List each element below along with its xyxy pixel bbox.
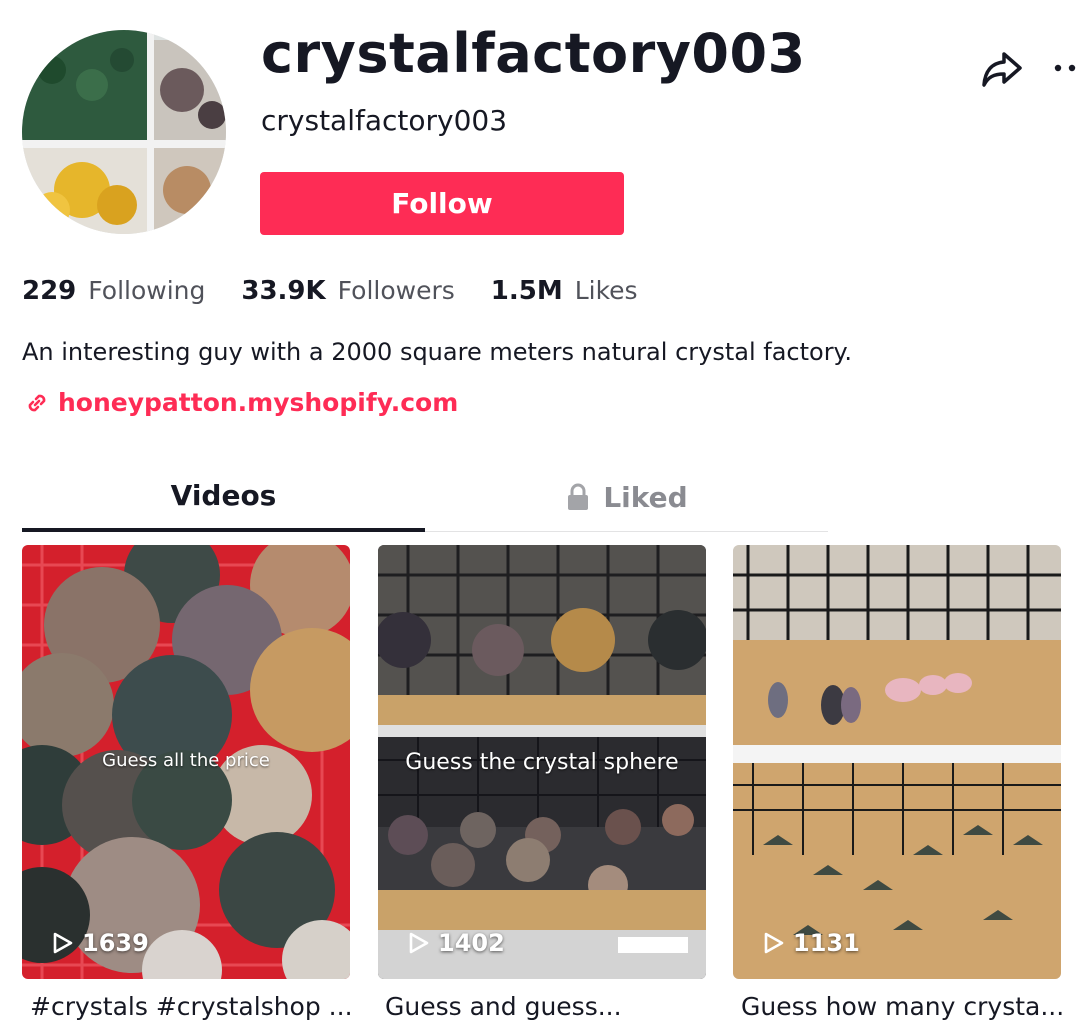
- more-icon[interactable]: [1050, 56, 1080, 80]
- video-card[interactable]: Guess all the price 1639: [22, 545, 350, 979]
- bio: An interesting guy with a 2000 square me…: [22, 338, 852, 366]
- video-card[interactable]: Guess the crystal sphere 1402: [378, 545, 706, 979]
- stat-likes-value: 1.5M: [490, 276, 563, 306]
- video-card[interactable]: 1131: [733, 545, 1061, 979]
- play-icon: [764, 932, 784, 954]
- nickname: crystalfactory003: [261, 104, 508, 137]
- video-caption[interactable]: Guess and guess...: [385, 992, 715, 1021]
- stat-following-label: Following: [88, 276, 206, 305]
- stat-following[interactable]: 229 Following: [22, 276, 205, 306]
- play-count-value: 1131: [793, 929, 860, 957]
- play-count: 1402: [408, 929, 505, 957]
- tab-liked-label: Liked: [603, 480, 688, 514]
- lock-icon: [568, 483, 589, 510]
- stat-followers-label: Followers: [337, 276, 455, 305]
- tab-videos[interactable]: Videos: [22, 462, 425, 532]
- video-overlay-text: Guess all the price: [102, 750, 270, 771]
- stat-following-value: 229: [22, 276, 77, 306]
- avatar[interactable]: [22, 30, 226, 234]
- play-count: 1639: [52, 929, 149, 957]
- link-icon: [28, 394, 46, 411]
- video-caption[interactable]: #crystals #crystalshop ...: [30, 992, 360, 1021]
- stat-followers[interactable]: 33.9K Followers: [241, 276, 454, 306]
- follow-button[interactable]: Follow: [260, 172, 624, 235]
- video-overlay-text: Guess the crystal sphere: [405, 750, 679, 775]
- play-icon: [409, 932, 429, 954]
- share-icon[interactable]: [980, 50, 1024, 90]
- stat-likes: 1.5M Likes: [491, 276, 638, 306]
- video-thumbnail: [733, 545, 1061, 979]
- username: crystalfactory003: [261, 22, 806, 85]
- profile-tabs: Videos Liked: [22, 462, 828, 532]
- stat-likes-label: Likes: [574, 276, 638, 305]
- play-count: 1131: [763, 929, 860, 957]
- play-icon: [53, 932, 73, 954]
- stat-followers-value: 33.9K: [241, 276, 326, 306]
- profile-stats: 229 Following 33.9K Followers 1.5M Likes: [22, 276, 674, 306]
- play-count-value: 1639: [82, 929, 149, 957]
- tab-videos-label: Videos: [170, 478, 277, 512]
- profile-link-text: honeypatton.myshopify.com: [58, 388, 459, 417]
- profile-link[interactable]: honeypatton.myshopify.com: [24, 388, 458, 417]
- video-caption[interactable]: Guess how many crysta...: [741, 992, 1071, 1021]
- tab-liked[interactable]: Liked: [425, 462, 828, 532]
- play-count-value: 1402: [438, 929, 505, 957]
